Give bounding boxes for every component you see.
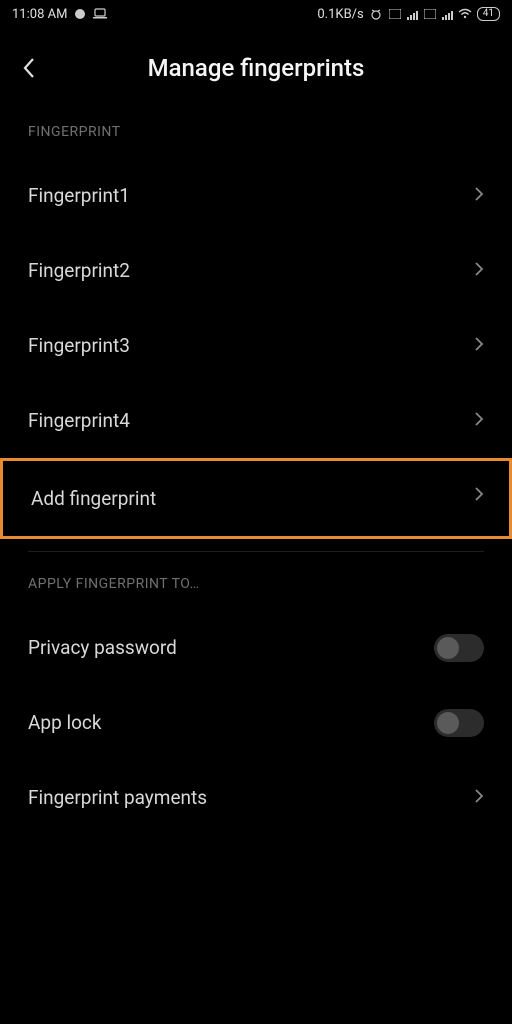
toggle-knob [437,637,459,659]
laptop-icon [93,7,107,21]
data-speed: 0.1KB/s [317,7,363,22]
page-title: Manage fingerprints [22,54,490,82]
privacy-password-item[interactable]: Privacy password [0,610,512,685]
fingerprint-item-3[interactable]: Fingerprint3 [0,308,512,383]
page-header: Manage fingerprints [0,28,512,112]
app-lock-item[interactable]: App lock [0,685,512,760]
volte-icon-2 [423,7,437,21]
fingerprint-item-2[interactable]: Fingerprint2 [0,233,512,308]
app-lock-label: App lock [28,711,101,734]
section-header-apply: APPLY FINGERPRINT TO… [0,564,512,610]
fingerprint-item-label: Fingerprint1 [28,184,130,207]
carrier-icon [73,7,87,21]
chevron-right-icon [474,788,484,808]
chevron-right-icon [474,411,484,431]
privacy-password-label: Privacy password [28,636,177,659]
signal-bars-2 [442,9,453,20]
fingerprint-item-label: Fingerprint3 [28,334,130,357]
signal-bars-1 [407,9,418,20]
add-fingerprint-highlight: Add fingerprint [0,458,512,533]
chevron-right-icon [474,261,484,281]
battery-indicator: 41 [477,7,500,21]
section-divider [28,551,484,552]
toggle-knob [437,712,459,734]
add-fingerprint-label: Add fingerprint [31,487,156,510]
status-time: 11:08 AM [12,7,67,22]
app-lock-toggle[interactable] [434,709,484,737]
privacy-password-toggle[interactable] [434,634,484,662]
fingerprint-payments-item[interactable]: Fingerprint payments [0,760,512,835]
chevron-right-icon [474,486,484,506]
fingerprint-item-1[interactable]: Fingerprint1 [0,158,512,233]
status-right: 0.1KB/s 41 [317,7,500,22]
fingerprint-item-label: Fingerprint4 [28,409,130,432]
status-left: 11:08 AM [12,7,107,22]
chevron-right-icon [474,336,484,356]
alarm-icon [369,7,383,21]
wifi-icon [458,7,472,21]
fingerprint-payments-label: Fingerprint payments [28,786,207,809]
fingerprint-item-label: Fingerprint2 [28,259,130,282]
add-fingerprint-item[interactable]: Add fingerprint [3,461,387,536]
fingerprint-item-4[interactable]: Fingerprint4 [0,383,512,458]
section-header-fingerprint: FINGERPRINT [0,112,512,158]
status-bar: 11:08 AM 0.1KB/s 41 [0,0,512,28]
volte-icon-1 [388,7,402,21]
chevron-right-icon [474,186,484,206]
